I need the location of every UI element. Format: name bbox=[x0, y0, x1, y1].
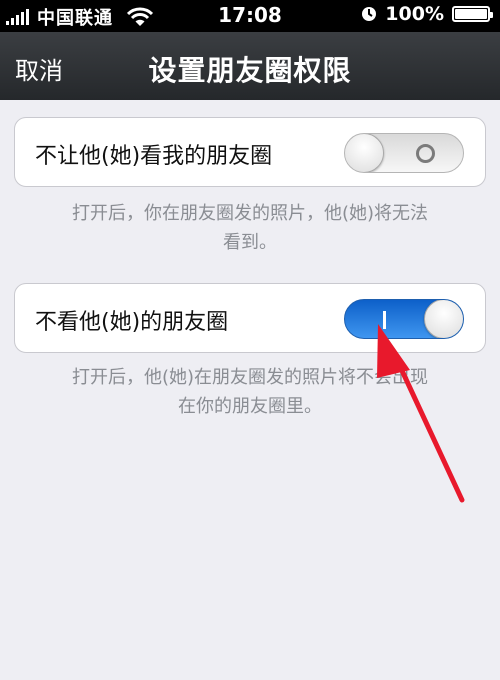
hide-their-moments-toggle[interactable] bbox=[344, 299, 464, 339]
battery-percent: 100% bbox=[385, 3, 444, 25]
toggle-knob bbox=[424, 300, 463, 338]
page-title: 设置朋友圈权限 bbox=[148, 54, 352, 87]
description-line: 在你的朋友圈里。 bbox=[178, 396, 322, 417]
hide-my-moments-toggle[interactable] bbox=[344, 133, 464, 173]
setting-hide-their-moments: 不看他(她)的朋友圈 bbox=[14, 283, 486, 353]
alarm-icon bbox=[362, 7, 377, 21]
setting-description: 打开后，你在朋友圈发的照片，他(她)将无法 看到。 bbox=[0, 199, 500, 257]
setting-label: 不让他(她)看我的朋友圈 bbox=[35, 144, 273, 169]
description-line: 打开后，你在朋友圈发的照片，他(她)将无法 bbox=[71, 203, 429, 224]
description-line: 打开后，他(她)在朋友圈发的照片将不会出现 bbox=[71, 367, 429, 388]
off-indicator-icon bbox=[416, 144, 435, 163]
setting-label: 不看他(她)的朋友圈 bbox=[35, 310, 229, 335]
status-bar: 中国联通 17:08 100% bbox=[0, 0, 500, 32]
setting-hide-my-moments: 不让他(她)看我的朋友圈 bbox=[14, 117, 486, 187]
on-indicator-icon bbox=[383, 311, 386, 329]
description-line: 看到。 bbox=[223, 232, 277, 253]
battery-icon bbox=[452, 6, 493, 22]
toggle-knob bbox=[345, 134, 384, 172]
setting-description: 打开后，他(她)在朋友圈发的照片将不会出现 在你的朋友圈里。 bbox=[0, 363, 500, 421]
navigation-bar: 取消 设置朋友圈权限 bbox=[0, 32, 500, 100]
status-right: 100% bbox=[361, 3, 493, 25]
